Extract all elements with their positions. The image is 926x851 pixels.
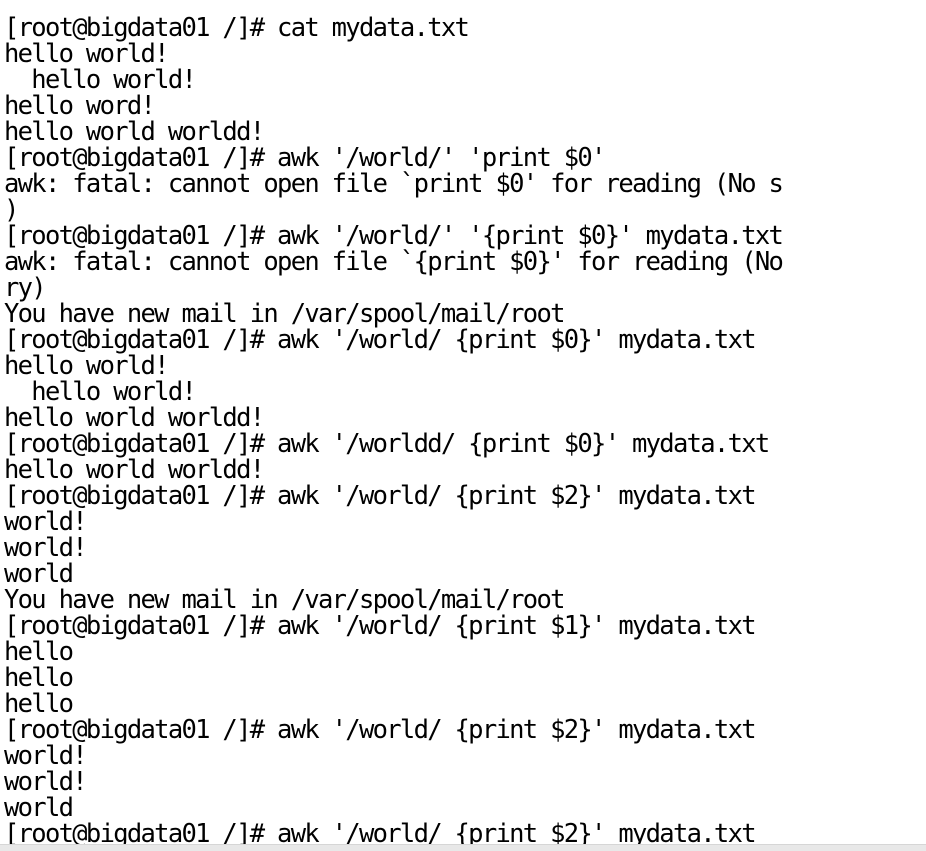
output-line: world! [4,507,88,537]
command-line: [root@bigdata01 /]# awk '/world/ {print … [4,819,757,845]
mail-notice-line: You have new mail in /var/spool/mail/roo… [4,299,565,329]
command-line: [root@bigdata01 /]# cat mydata.txt [4,13,470,43]
horizontal-scrollbar[interactable] [0,844,926,851]
output-line: hello [4,689,74,719]
output-line: world [4,793,74,823]
terminal-window[interactable]: [root@bigdata01 /]# cat mydata.txt hello… [0,0,926,845]
command-line: [root@bigdata01 /]# awk '/world/' 'print… [4,143,606,173]
output-line: hello world worldd! [4,117,265,147]
terminal-output: [root@bigdata01 /]# cat mydata.txt hello… [4,0,926,845]
output-line: hello world! [4,39,170,69]
output-line: hello world worldd! [4,403,265,433]
output-line: world [4,559,74,589]
output-line: world! [4,741,88,771]
command-line: [root@bigdata01 /]# awk '/world/' '{prin… [4,221,784,251]
output-line: hello world! [4,65,197,95]
output-line: hello [4,637,74,667]
output-line: hello [4,663,74,693]
mail-notice-line: You have new mail in /var/spool/mail/roo… [4,585,565,615]
output-line: hello word! [4,91,156,121]
output-line: hello world worldd! [4,455,265,485]
command-line: [root@bigdata01 /]# awk '/world/ {print … [4,481,757,511]
command-line: [root@bigdata01 /]# awk '/world/ {print … [4,325,757,355]
error-line: awk: fatal: cannot open file `print $0' … [4,169,784,199]
output-line: world! [4,767,88,797]
error-line: ry) [4,273,47,303]
output-line: hello world! [4,377,197,407]
output-line: world! [4,533,88,563]
command-line: [root@bigdata01 /]# awk '/world/ {print … [4,715,757,745]
output-line: hello world! [4,351,170,381]
error-line: awk: fatal: cannot open file `{print $0}… [4,247,784,277]
error-line: ) [4,195,19,225]
command-line: [root@bigdata01 /]# awk '/world/ {print … [4,611,757,641]
command-line: [root@bigdata01 /]# awk '/worldd/ {print… [4,429,770,459]
